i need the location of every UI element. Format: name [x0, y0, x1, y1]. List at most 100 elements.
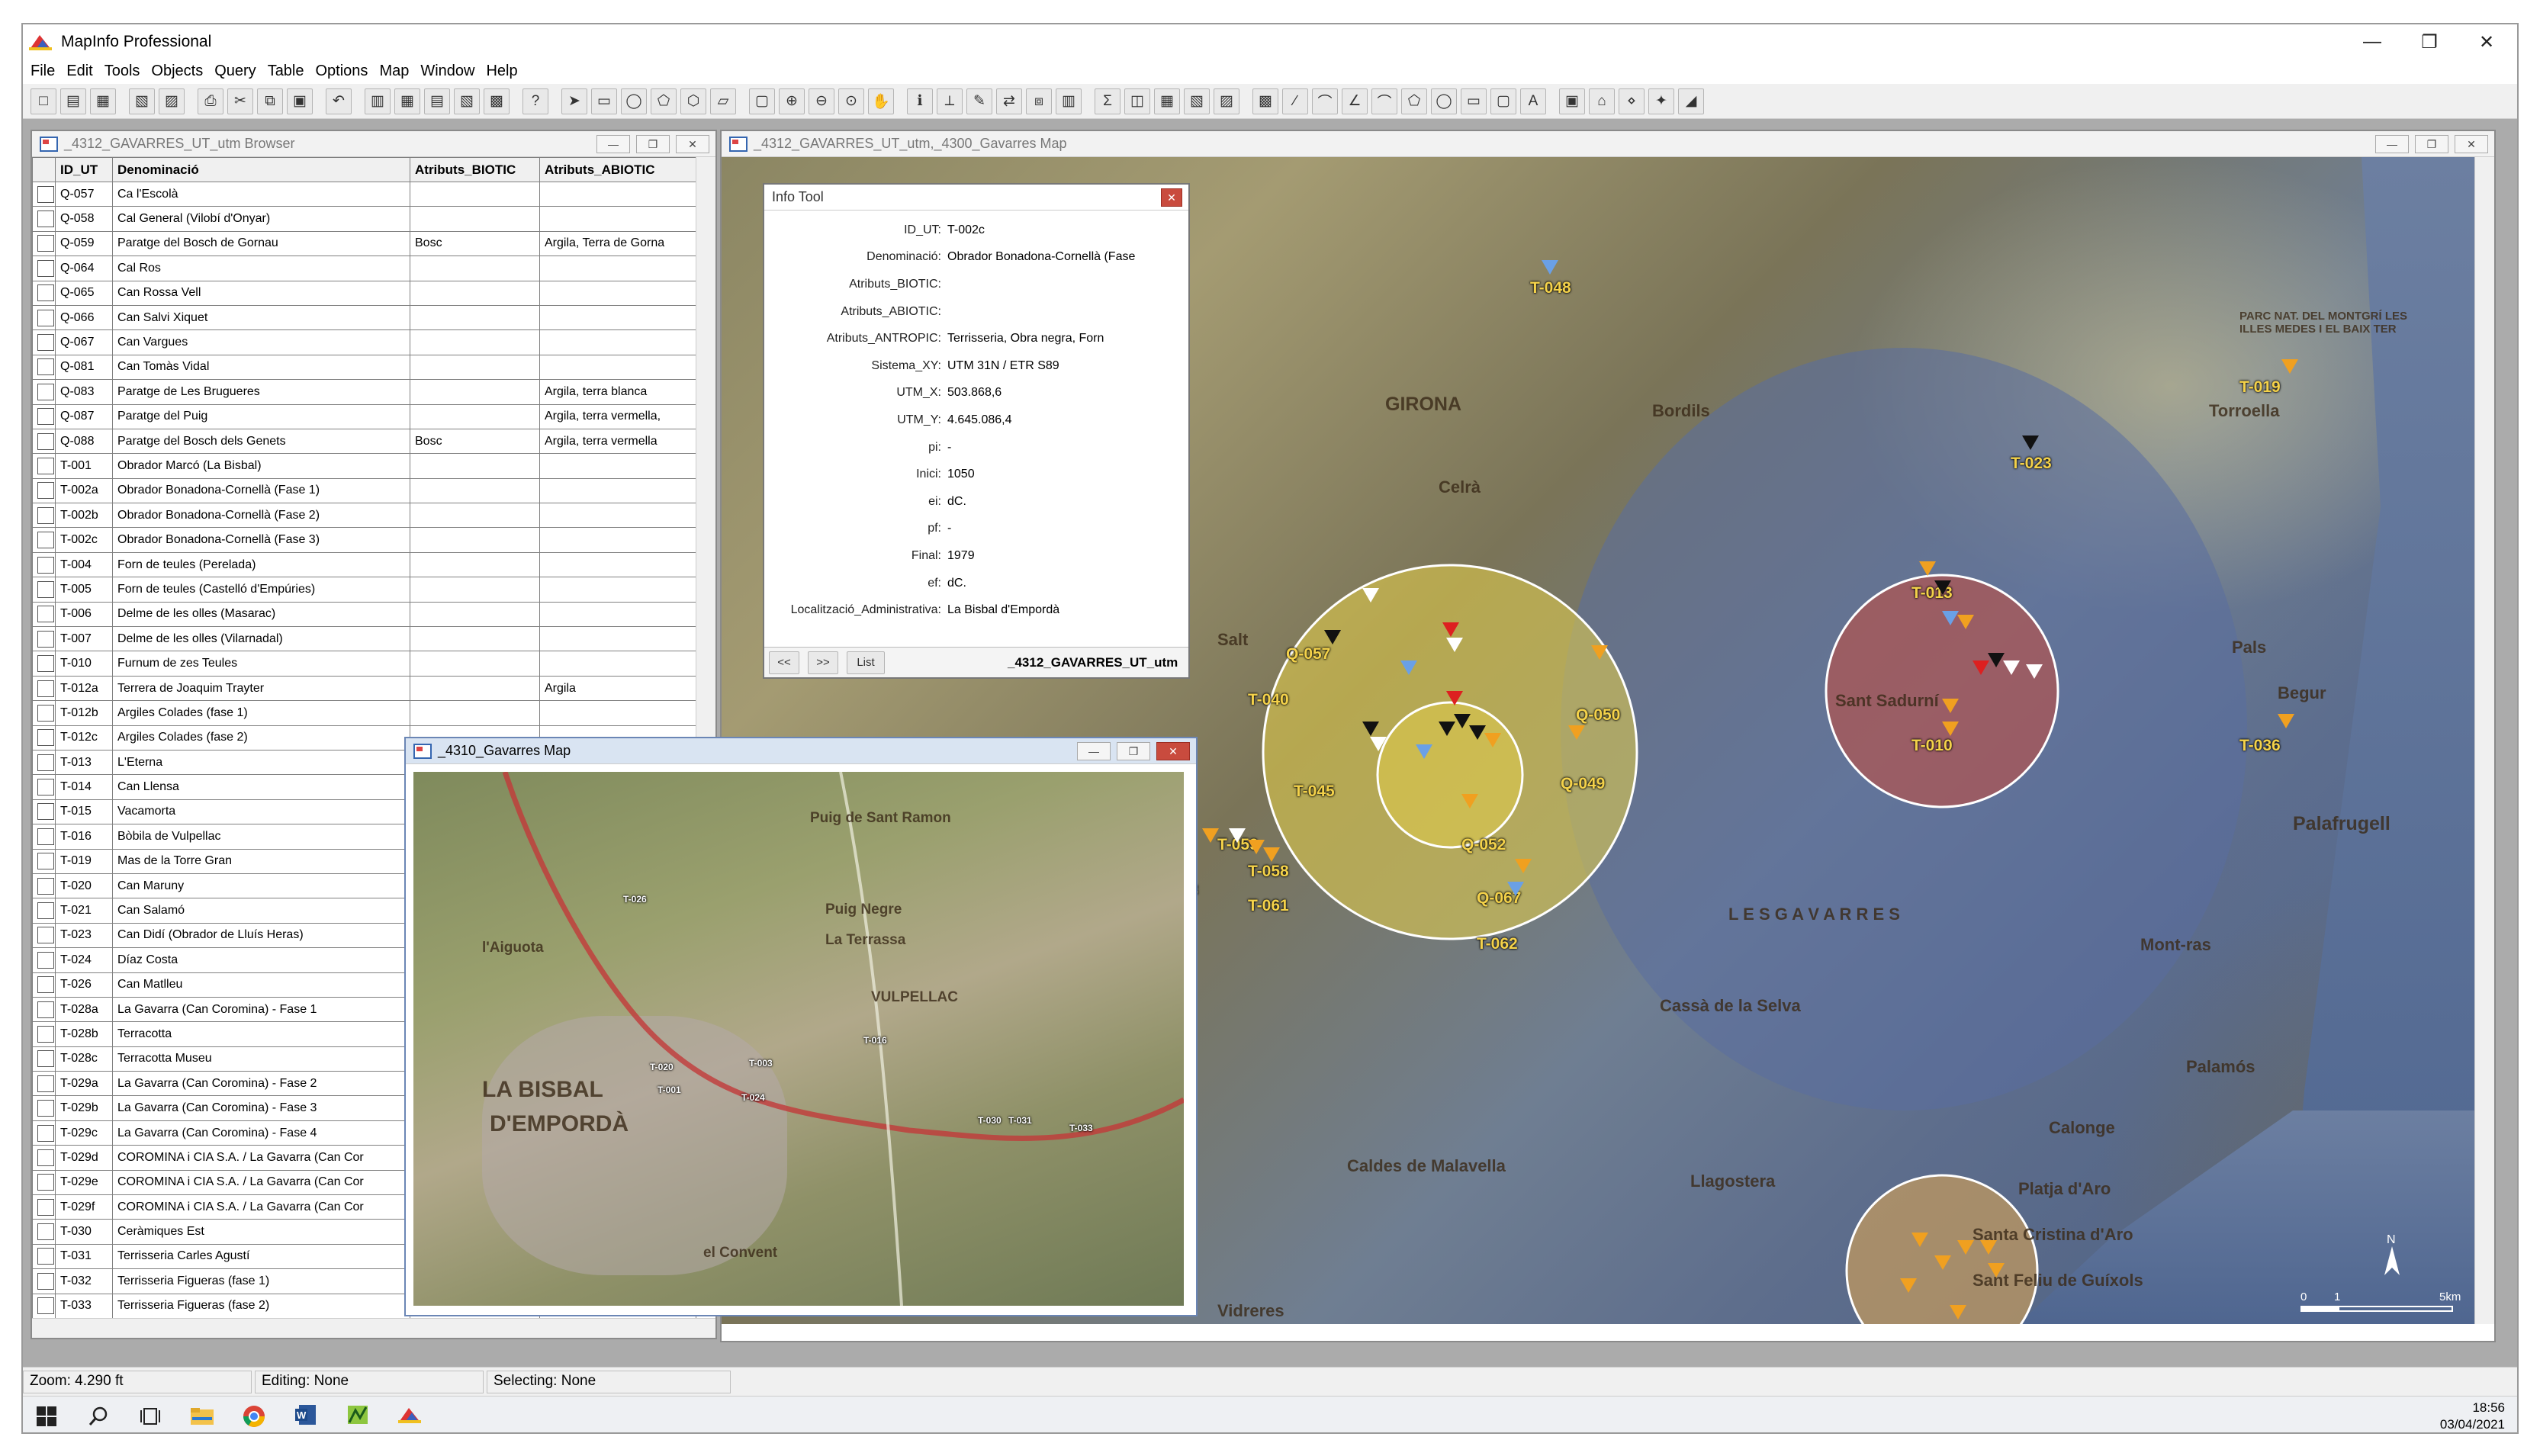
cell-biotic[interactable] [410, 551, 540, 578]
cell-name[interactable]: La Gavarra (Can Coromina) - Fase 4 [112, 1120, 410, 1146]
cell-name[interactable]: Ca l'Escolà [112, 181, 410, 207]
cell-id[interactable]: T-026 [55, 972, 113, 998]
rounded-rect-icon[interactable]: ◯ [1431, 88, 1457, 114]
site-marker-icon[interactable] [1370, 737, 1387, 751]
site-marker-icon[interactable] [1900, 1278, 1917, 1293]
row-checkbox[interactable] [37, 1297, 54, 1315]
site-marker-icon[interactable] [1454, 714, 1471, 728]
cell-biotic[interactable] [410, 206, 540, 232]
table-row[interactable]: Q-087 Paratge del Puig Argila, terra verme… [32, 403, 696, 429]
chrome-icon[interactable] [230, 1398, 278, 1433]
rectangle-icon[interactable]: ⬠ [1401, 88, 1427, 114]
cell-abiotic[interactable] [539, 503, 696, 529]
cell-name[interactable]: Paratge del Puig [112, 403, 410, 429]
status-zoom[interactable]: Zoom: 4.290 ft [23, 1370, 252, 1393]
cell-id[interactable]: T-023 [55, 922, 113, 949]
cell-name[interactable]: Forn de teules (Perelada) [112, 551, 410, 578]
site-marker-icon[interactable] [1362, 588, 1379, 603]
cell-biotic[interactable] [410, 527, 540, 553]
cell-name[interactable]: L'Eterna [112, 749, 410, 776]
cell-id[interactable]: T-012a [55, 675, 113, 702]
cell-abiotic[interactable] [539, 354, 696, 381]
menu-window[interactable]: Window [420, 63, 474, 80]
cell-name[interactable]: Obrador Bonadona-Cornellà (Fase 2) [112, 503, 410, 529]
map-minimize-button[interactable]: — [2375, 135, 2409, 153]
cell-biotic[interactable] [410, 403, 540, 429]
row-checkbox[interactable] [37, 432, 54, 450]
table-row[interactable]: Q-088 Paratge del Bosch dels Genets Bosc Ar… [32, 428, 696, 455]
site-marker-icon[interactable] [1469, 725, 1486, 740]
cell-id[interactable]: T-019 [55, 848, 113, 874]
hotlink-icon[interactable]: ⌂ [1589, 88, 1615, 114]
cell-abiotic[interactable] [539, 256, 696, 281]
table-row[interactable]: Q-065 Can Rossa Vell [32, 280, 696, 306]
cell-name[interactable]: Can Vargues [112, 329, 410, 355]
drag-window-icon[interactable]: ✎ [966, 88, 992, 114]
layer-control-icon[interactable]: ⇄ [996, 88, 1022, 114]
cell-biotic[interactable] [410, 626, 540, 652]
cell-abiotic[interactable] [539, 329, 696, 355]
cell-biotic[interactable]: Bosc [410, 428, 540, 455]
cell-name[interactable]: Paratge del Bosch dels Genets [112, 428, 410, 455]
row-checkbox[interactable] [37, 1100, 54, 1117]
cell-name[interactable]: Can Salvi Xiquet [112, 304, 410, 331]
site-marker-icon[interactable] [1248, 840, 1265, 854]
col-header-abiotic[interactable]: Atributs_ABIOTIC [539, 157, 696, 182]
cell-name[interactable]: Ceràmiques Est [112, 1219, 410, 1245]
cell-id[interactable]: T-029b [55, 1095, 113, 1121]
site-marker-icon[interactable] [1950, 1305, 1966, 1319]
site-marker-icon[interactable] [1934, 580, 1951, 595]
row-checkbox[interactable] [37, 630, 54, 648]
row-checkbox[interactable] [37, 506, 54, 524]
cell-id[interactable]: T-033 [55, 1293, 113, 1319]
cell-biotic[interactable] [410, 651, 540, 677]
new-grapher-icon[interactable]: ▦ [394, 88, 420, 114]
cell-biotic[interactable] [410, 256, 540, 281]
cell-abiotic[interactable] [539, 527, 696, 553]
close-button[interactable]: ✕ [2456, 24, 2517, 59]
site-label[interactable]: T-061 [1248, 897, 1289, 915]
table-row[interactable]: Q-066 Can Salvi Xiquet [32, 304, 696, 331]
map-restore-button[interactable]: ❐ [2415, 135, 2448, 153]
site-label[interactable]: T-048 [1530, 279, 1571, 297]
font-icon[interactable]: ◢ [1678, 88, 1704, 114]
row-checkbox[interactable] [37, 556, 54, 574]
small-map-close-button[interactable]: ✕ [1156, 742, 1190, 760]
cell-biotic[interactable] [410, 577, 540, 603]
cell-abiotic[interactable] [539, 700, 696, 726]
site-marker-icon[interactable] [2278, 714, 2294, 728]
table-row[interactable]: Q-059 Paratge del Bosch de Gornau Bosc Argi… [32, 230, 696, 257]
menu-query[interactable]: Query [214, 63, 256, 80]
add-node-icon[interactable]: ▣ [1559, 88, 1585, 114]
site-marker-icon[interactable] [1980, 1240, 1997, 1255]
site-marker-icon[interactable] [1515, 859, 1532, 873]
table-row[interactable]: T-002c Obrador Bonadona-Cornellà (Fase 3) [32, 527, 696, 553]
cell-name[interactable]: Obrador Marcó (La Bisbal) [112, 453, 410, 479]
reshape-tool-icon[interactable]: ⋄ [1619, 88, 1645, 114]
cell-biotic[interactable] [410, 329, 540, 355]
row-checkbox[interactable] [37, 828, 54, 845]
table-row[interactable]: Q-083 Paratge de Les Brugueres Argila, ter… [32, 379, 696, 405]
cell-biotic[interactable] [410, 503, 540, 529]
cell-name[interactable]: Can Rossa Vell [112, 280, 410, 306]
main-map-vscrollbar[interactable] [2474, 157, 2494, 1324]
cell-name[interactable]: Delme de les olles (Masarac) [112, 601, 410, 628]
cell-name[interactable]: Terrera de Joaquim Trayter [112, 675, 410, 702]
cell-name[interactable]: Terracotta [112, 1021, 410, 1047]
polygon-icon[interactable]: ∠ [1342, 88, 1368, 114]
site-marker-icon[interactable] [1263, 847, 1280, 862]
row-checkbox[interactable] [37, 951, 54, 969]
text-icon[interactable]: ▭ [1461, 88, 1487, 114]
cell-abiotic[interactable] [539, 453, 696, 479]
small-map-site-label[interactable]: T-001 [658, 1085, 681, 1095]
row-checkbox[interactable] [37, 334, 54, 352]
grabber-icon[interactable]: ⊙ [838, 88, 864, 114]
line-icon[interactable]: ▩ [1252, 88, 1278, 114]
site-marker-icon[interactable] [1324, 630, 1341, 644]
cell-name[interactable]: Can Matlleu [112, 972, 410, 998]
table-row[interactable]: T-005 Forn de teules (Castelló d'Empúries… [32, 577, 696, 603]
cell-id[interactable]: Q-057 [55, 181, 113, 207]
row-checkbox[interactable] [37, 655, 54, 673]
row-checkbox[interactable] [37, 902, 54, 920]
site-marker-icon[interactable] [1591, 645, 1608, 660]
